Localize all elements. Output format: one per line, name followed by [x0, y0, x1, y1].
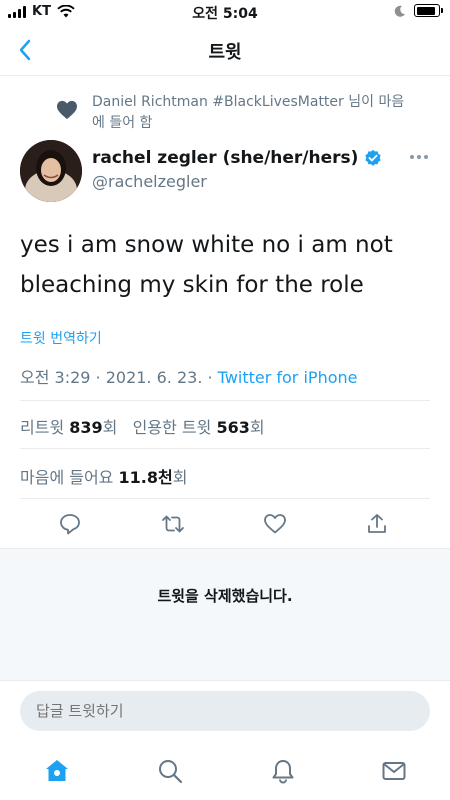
quotes-count: 563 — [216, 418, 250, 437]
tweet-actions — [0, 500, 450, 548]
bell-icon[interactable] — [270, 758, 296, 784]
translate-tweet-link[interactable]: 트윗 번역하기 — [20, 328, 102, 348]
divider — [20, 448, 430, 449]
avatar[interactable] — [20, 140, 82, 202]
retweets-count: 839 — [69, 418, 103, 437]
liked-by-text-2: 에 들어 함 — [92, 115, 153, 131]
deleted-tweet-notice: 트윗을 삭제했습니다. — [157, 587, 293, 605]
tweet-meta: 오전 3:29 · 2021. 6. 23. · Twitter for iPh… — [20, 364, 357, 388]
reply-bar — [0, 680, 450, 740]
retweets-unit: 회 — [102, 418, 118, 437]
heart-icon — [57, 100, 77, 120]
tweet-text: yes i am snow white no i am not bleachin… — [20, 225, 430, 305]
divider — [20, 498, 430, 499]
likes-count: 11.8천 — [118, 468, 173, 487]
nav-bar: 트윗 — [0, 24, 450, 76]
tab-bar — [0, 740, 450, 800]
status-right — [394, 4, 443, 17]
author-handle[interactable]: @rachelzegler — [92, 172, 207, 191]
search-icon[interactable] — [157, 758, 183, 784]
like-stats[interactable]: 마음에 들어요 11.8천회 — [20, 464, 187, 488]
status-time: 오전 5:04 — [192, 6, 258, 22]
quotes-label: 인용한 트윗 — [132, 418, 212, 437]
reply-input[interactable] — [20, 691, 430, 731]
moon-icon — [394, 5, 405, 17]
share-icon[interactable] — [365, 512, 389, 536]
retweets-label: 리트윗 — [20, 418, 65, 437]
status-bar: KT 오전 5:04 — [0, 0, 450, 24]
more-horizontal-icon — [410, 155, 414, 159]
likes-unit: 회 — [172, 468, 188, 487]
author-name-row[interactable]: rachel zegler (she/her/hers) — [92, 148, 382, 168]
more-options-button[interactable] — [410, 150, 432, 164]
quotes-unit: 회 — [249, 418, 265, 437]
verified-badge-icon — [365, 149, 382, 166]
home-icon[interactable] — [44, 758, 70, 784]
page-title: 트윗 — [208, 42, 242, 63]
mail-icon[interactable] — [381, 758, 407, 784]
battery-icon — [414, 4, 443, 17]
tweet-source-link[interactable]: Twitter for iPhone — [218, 368, 358, 387]
tweet-text-line-2: bleaching my skin for the role — [20, 272, 364, 298]
avatar-image — [20, 140, 82, 202]
retweet-stats[interactable]: 리트윗 839회 인용한 트윗 563회 — [20, 414, 265, 438]
reply-icon[interactable] — [58, 512, 82, 536]
tweet-timestamp: 오전 3:29 · 2021. 6. 23. · — [20, 368, 213, 387]
liked-by-text: Daniel Richtman #BlackLivesMatter 님이 마음 — [92, 94, 405, 110]
author-name: rachel zegler (she/her/hers) — [92, 148, 359, 168]
divider — [20, 400, 430, 401]
likes-label: 마음에 들어요 — [20, 468, 114, 487]
deleted-reply-area: 트윗을 삭제했습니다. — [0, 548, 450, 680]
like-icon[interactable] — [263, 512, 287, 536]
retweet-icon[interactable] — [161, 512, 185, 536]
tweet-text-line-1: yes i am snow white no i am not — [20, 232, 393, 258]
